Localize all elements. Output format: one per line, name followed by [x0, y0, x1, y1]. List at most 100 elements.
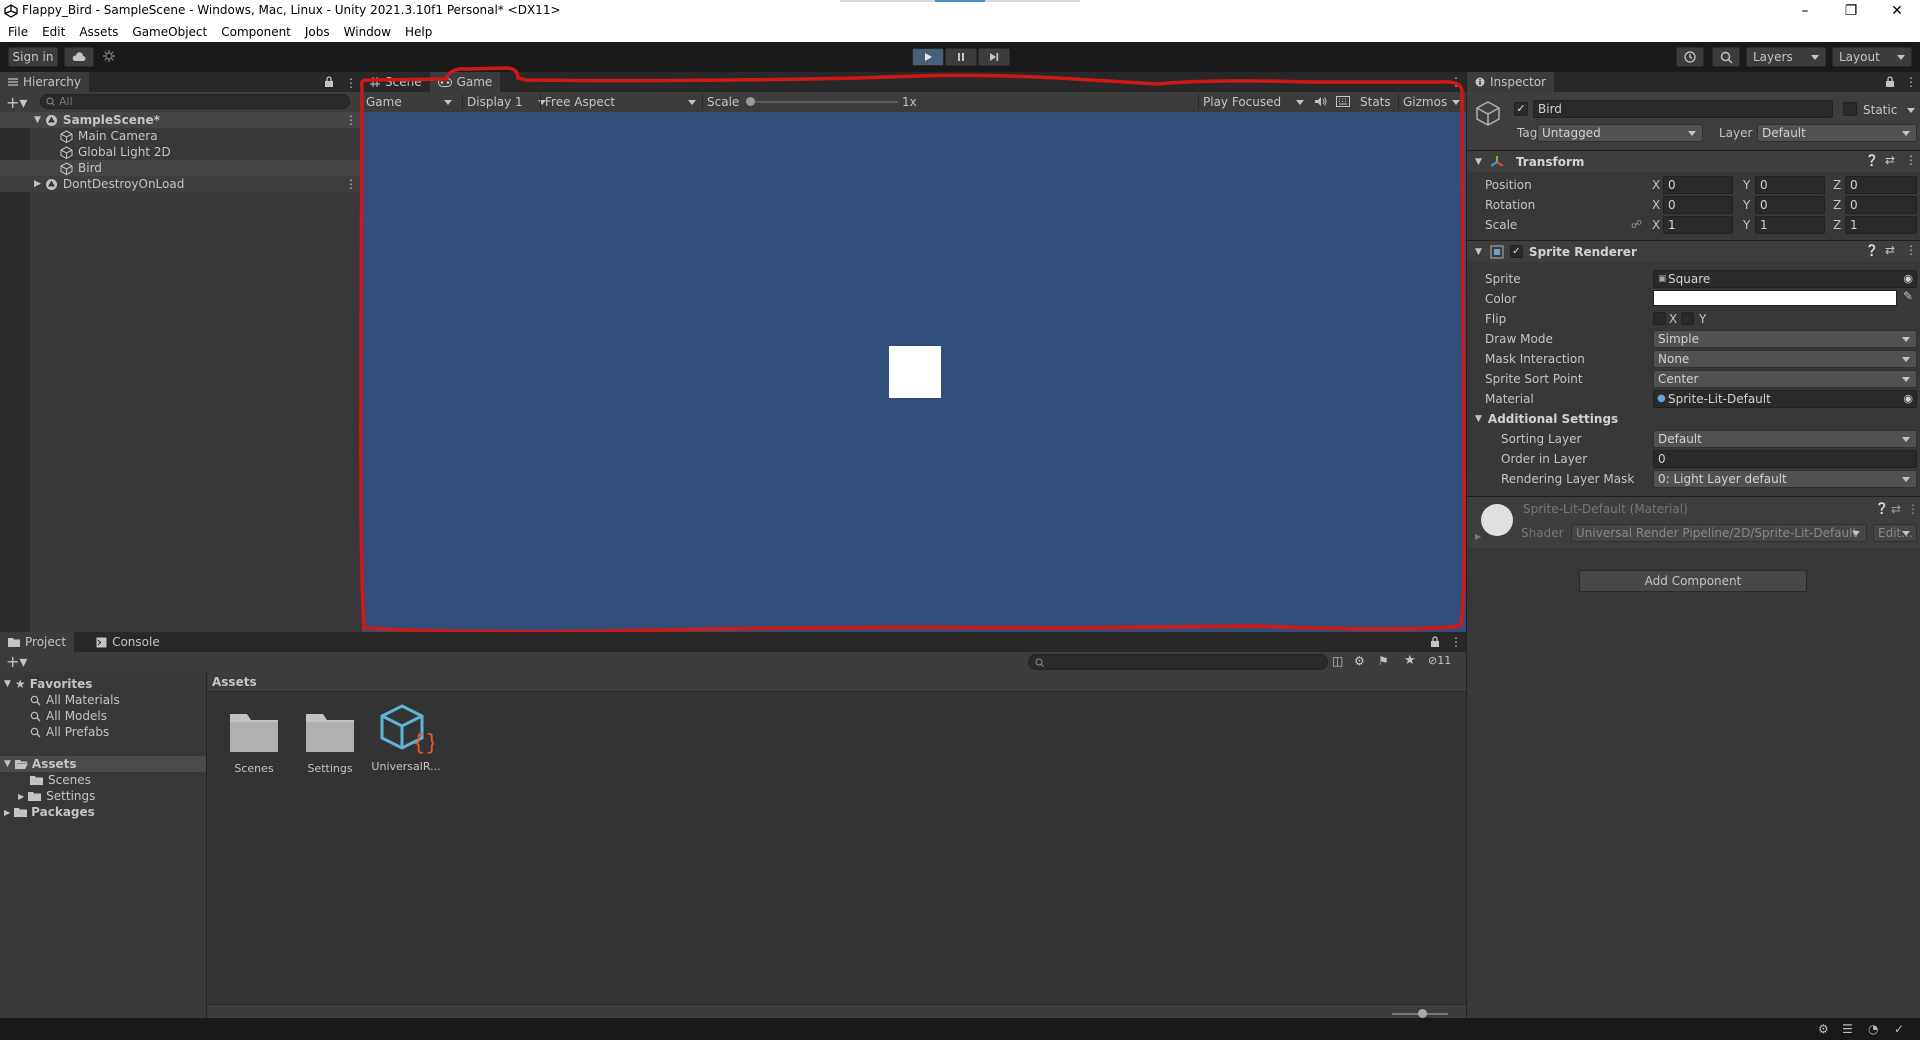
minimize-button[interactable]: –	[1782, 0, 1828, 22]
sign-in-button[interactable]: Sign in	[8, 47, 58, 67]
mute-audio-button[interactable]	[1314, 96, 1327, 107]
position-y-field[interactable]: 0	[1755, 176, 1825, 194]
mask-interaction-dropdown[interactable]: None	[1653, 350, 1917, 368]
favorites-row[interactable]: ▼ ★ Favorites	[4, 676, 92, 692]
tag-dropdown[interactable]: Untagged	[1537, 124, 1703, 142]
layer-dropdown[interactable]: Default	[1757, 124, 1917, 142]
shader-edit-button[interactable]: Edit...	[1873, 524, 1917, 542]
stack-icon[interactable]: ☰	[1842, 1022, 1853, 1036]
collapse-arrow-icon[interactable]: ▼	[1475, 157, 1482, 167]
sprite-renderer-enabled-checkbox[interactable]: ✓	[1509, 245, 1523, 258]
more-menu-icon[interactable]: ⋮	[1450, 635, 1462, 649]
assets-root-row[interactable]: ▼ Assets	[4, 756, 77, 772]
more-menu-icon[interactable]: ⋮	[345, 177, 357, 191]
breadcrumb-assets[interactable]: Assets	[212, 675, 257, 689]
lock-icon[interactable]	[1430, 636, 1440, 647]
add-icon[interactable]: +▾	[6, 652, 27, 671]
tab-project[interactable]: Project	[0, 632, 75, 652]
collab-button[interactable]	[102, 49, 118, 65]
collapse-arrow-icon[interactable]: ▼	[1475, 414, 1482, 424]
more-menu-icon[interactable]: ⋮	[345, 76, 357, 90]
constrain-proportions-icon[interactable]: ☍	[1631, 218, 1642, 231]
tab-hierarchy[interactable]: Hierarchy	[0, 72, 90, 92]
scale-y-field[interactable]: 1	[1755, 216, 1825, 234]
menu-gameobject[interactable]: GameObject	[125, 22, 214, 42]
add-component-button[interactable]: Add Component	[1579, 570, 1807, 592]
play-button[interactable]	[912, 48, 944, 66]
asset-universal-render-pipeline[interactable]: {} UniversalR...	[366, 704, 446, 773]
menu-component[interactable]: Component	[214, 22, 298, 42]
cloud-button[interactable]	[64, 47, 94, 67]
hierarchy-row-samplescene[interactable]: ▼ SampleScene* ⋮	[0, 112, 362, 128]
rotation-y-field[interactable]: 0	[1755, 196, 1825, 214]
menu-window[interactable]: Window	[337, 22, 398, 42]
hierarchy-row-bird[interactable]: Bird	[0, 160, 362, 176]
lock-icon[interactable]	[1885, 76, 1895, 87]
sorting-layer-dropdown[interactable]: Default	[1653, 430, 1917, 448]
hierarchy-row-global-light[interactable]: Global Light 2D	[0, 144, 362, 160]
hierarchy-row-dontdestroyonload[interactable]: ▶ DontDestroyOnLoad ⋮	[0, 176, 362, 192]
layout-dropdown[interactable]: Layout	[1832, 47, 1912, 67]
color-swatch[interactable]	[1653, 290, 1897, 306]
display-dropdown[interactable]: Display 1	[462, 94, 550, 110]
object-name-field[interactable]: Bird	[1533, 100, 1833, 118]
help-icon[interactable]: ❔	[1865, 154, 1879, 167]
active-checkbox[interactable]: ✓	[1514, 102, 1528, 116]
material-field[interactable]: ● Sprite-Lit-Default ◉	[1653, 390, 1917, 408]
scale-slider-track[interactable]	[748, 101, 898, 103]
more-menu-icon[interactable]: ⋮	[1905, 243, 1917, 257]
menu-help[interactable]: Help	[398, 22, 439, 42]
rotation-z-field[interactable]: 0	[1845, 196, 1917, 214]
draw-mode-dropdown[interactable]: Simple	[1653, 330, 1917, 348]
collapse-arrow-icon[interactable]: ▼	[4, 679, 11, 689]
pause-button[interactable]	[945, 48, 977, 66]
close-button[interactable]: ✕	[1874, 0, 1920, 22]
aspect-dropdown[interactable]: Free Aspect	[540, 94, 700, 110]
eyedropper-icon[interactable]: ✎	[1903, 289, 1913, 303]
hierarchy-search-input[interactable]: All	[40, 94, 350, 109]
shader-dropdown[interactable]: Universal Render Pipeline/2D/Sprite-Lit-…	[1571, 524, 1867, 542]
layers-dropdown[interactable]: Layers	[1746, 47, 1826, 67]
restore-button[interactable]: ❐	[1828, 0, 1874, 22]
rendering-layer-mask-dropdown[interactable]: 0: Light Layer default	[1653, 470, 1917, 488]
more-menu-icon[interactable]: ⋮	[1905, 75, 1917, 89]
history-button[interactable]	[1676, 47, 1704, 67]
gizmos-dropdown[interactable]: Gizmos	[1398, 94, 1464, 110]
folder-settings-row[interactable]: ▶ Settings	[18, 788, 95, 804]
favorite-all-models[interactable]: All Models	[30, 708, 107, 724]
expand-arrow-icon[interactable]: ▼	[34, 115, 41, 125]
sprite-field[interactable]: ▣ Square ◉	[1653, 270, 1917, 288]
menu-edit[interactable]: Edit	[35, 22, 72, 42]
transform-header[interactable]: ▼ Transform ❔ ⇄ ⋮	[1467, 150, 1920, 172]
collapse-arrow-icon[interactable]: ▼	[4, 759, 11, 769]
expand-arrow-icon[interactable]: ▶	[4, 808, 10, 817]
preset-icon[interactable]: ⇄	[1885, 153, 1895, 167]
favorite-all-materials[interactable]: All Materials	[30, 692, 120, 708]
folder-scenes-row[interactable]: Scenes	[30, 772, 91, 788]
tag-icon[interactable]: ⚑	[1378, 654, 1389, 668]
favorite-star-icon[interactable]: ★	[1404, 653, 1416, 668]
game-mode-dropdown[interactable]: Game	[366, 94, 456, 110]
asset-folder-scenes[interactable]: Scenes	[214, 710, 294, 775]
search-by-label-icon[interactable]: ⚙	[1354, 654, 1365, 668]
more-menu-icon[interactable]: ⋮	[345, 113, 357, 127]
expand-arrow-icon[interactable]: ▶	[34, 179, 41, 189]
stats-button[interactable]: Stats	[1360, 95, 1391, 109]
search-button[interactable]	[1712, 47, 1740, 67]
object-picker-icon[interactable]: ◉	[1903, 391, 1913, 407]
more-menu-icon[interactable]: ⋮	[1905, 153, 1917, 167]
stats-grid-button[interactable]	[1336, 96, 1350, 107]
collapse-arrow-icon[interactable]: ▶	[1475, 532, 1481, 541]
static-checkbox[interactable]	[1843, 102, 1857, 116]
hierarchy-row-main-camera[interactable]: Main Camera	[0, 128, 362, 144]
progress-icon[interactable]: ◔	[1868, 1022, 1878, 1036]
asset-folder-settings[interactable]: Settings	[290, 710, 370, 775]
lock-icon[interactable]	[324, 76, 334, 87]
position-x-field[interactable]: 0	[1663, 176, 1733, 194]
more-menu-icon[interactable]: ⋮	[1450, 75, 1462, 89]
tab-console[interactable]: Console	[88, 632, 168, 652]
play-focused-dropdown[interactable]: Play Focused	[1198, 94, 1308, 110]
favorite-all-prefabs[interactable]: All Prefabs	[30, 724, 109, 740]
check-icon[interactable]: ✓	[1894, 1022, 1904, 1036]
tab-scene[interactable]: Scene	[362, 72, 430, 92]
